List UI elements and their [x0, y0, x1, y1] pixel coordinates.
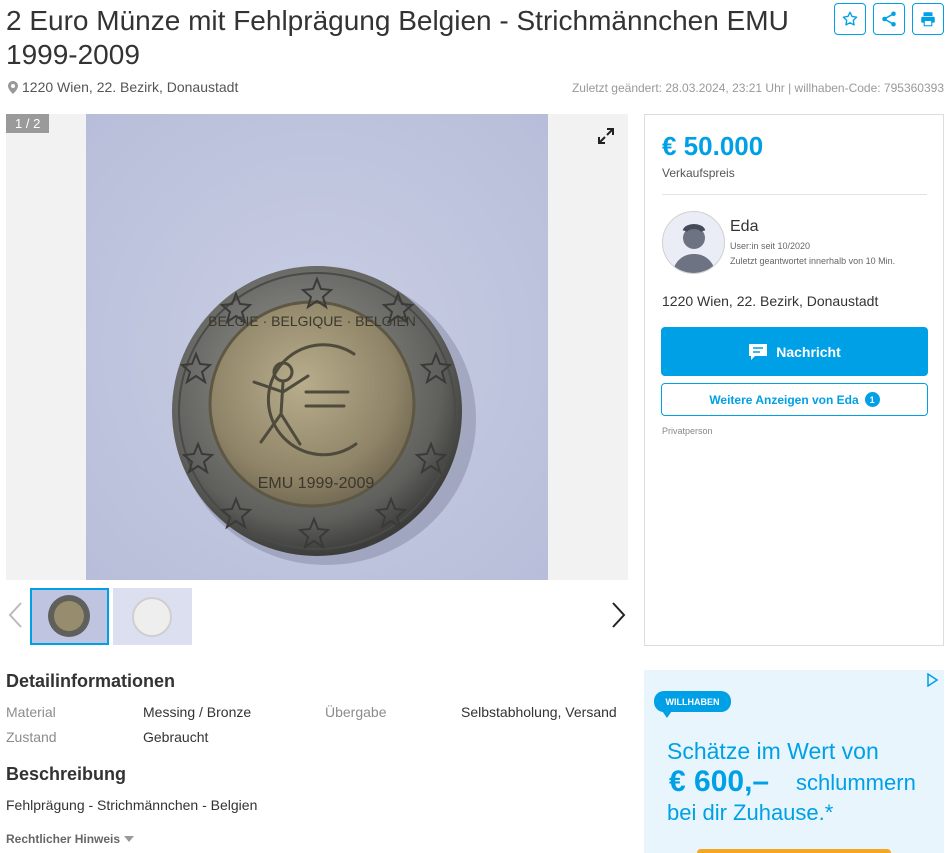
- fullscreen-icon[interactable]: [596, 126, 616, 146]
- description-heading: Beschreibung: [6, 764, 127, 784]
- detail-value: Gebraucht: [143, 729, 209, 745]
- print-button[interactable]: [912, 3, 944, 35]
- seller-name[interactable]: Eda: [730, 218, 758, 236]
- seller-sidebar: € 50.000 Verkaufspreis Eda User:in seit …: [644, 114, 944, 646]
- legal-notice-toggle[interactable]: Rechtlicher Hinweis: [6, 832, 135, 846]
- more-ads-label: Weitere Anzeigen von Eda: [709, 392, 859, 407]
- legal-notice-label: Rechtlicher Hinweis: [6, 832, 121, 846]
- share-icon: [882, 11, 896, 27]
- price-label: Verkaufspreis: [662, 166, 735, 180]
- description-text: Fehlprägung - Strichmännchen - Belgien: [6, 797, 258, 813]
- detail-label: Übergabe: [325, 704, 387, 720]
- ad-headline-3: bei dir Zuhause.*: [667, 800, 834, 825]
- seller-response-time: Zuletzt geantwortet innerhalb von 10 Min…: [730, 256, 896, 266]
- printer-icon: [921, 12, 935, 27]
- last-changed-info: Zuletzt geändert: 28.03.2024, 23:21 Uhr …: [571, 81, 944, 95]
- price: € 50.000: [662, 131, 764, 161]
- map-pin-icon: [8, 80, 18, 94]
- listing-location: 1220 Wien, 22. Bezirk, Donaustadt: [8, 79, 238, 95]
- location-text: 1220 Wien, 22. Bezirk, Donaustadt: [22, 79, 239, 95]
- ad-logo-tail: [660, 708, 674, 718]
- favorite-button[interactable]: [834, 3, 866, 35]
- svg-text:EMU 1999-2009: EMU 1999-2009: [258, 475, 375, 492]
- detail-label: Material: [6, 704, 56, 720]
- seller-since: User:in seit 10/2020: [730, 241, 811, 251]
- share-button[interactable]: [873, 3, 905, 35]
- more-ads-count-badge: 1: [864, 392, 880, 407]
- detail-value: Selbstabholung, Versand: [461, 704, 617, 720]
- more-ads-button[interactable]: Weitere Anzeigen von Eda 1: [661, 383, 928, 416]
- user-icon: [672, 224, 716, 273]
- detail-value: Messing / Bronze: [143, 704, 252, 720]
- svg-text:BELGIE · BELGIQUE · BELGIEN: BELGIE · BELGIQUE · BELGIEN: [208, 313, 416, 329]
- message-button-label: Nachricht: [776, 343, 841, 360]
- ad-choices-icon[interactable]: [925, 673, 939, 687]
- listing-actions: [834, 3, 944, 35]
- image-counter: 1 / 2: [6, 114, 50, 133]
- coin-image: BELGIE · BELGIQUE · BELGIEN EMU 1999-200…: [86, 114, 548, 580]
- avatar[interactable]: [662, 211, 725, 274]
- divider: [662, 194, 927, 195]
- listing-title: 2 Euro Münze mit Fehlprägung Belgien - S…: [6, 5, 789, 70]
- ad-headline-2: schlummern: [796, 770, 916, 795]
- chevron-right-icon[interactable]: [608, 600, 628, 630]
- caret-down-icon: [124, 836, 135, 842]
- image-gallery[interactable]: BELGIE · BELGIQUE · BELGIEN EMU 1999-200…: [6, 114, 628, 580]
- chevron-left-icon[interactable]: [6, 600, 26, 630]
- seller-location: 1220 Wien, 22. Bezirk, Donaustadt: [662, 293, 879, 309]
- ad-cta-button[interactable]: [697, 849, 891, 853]
- message-button[interactable]: Nachricht: [661, 327, 928, 376]
- star-icon: [842, 11, 858, 26]
- seller-type: Privatperson: [662, 426, 713, 436]
- thumbnail-2[interactable]: [113, 588, 192, 645]
- details-heading: Detailinformationen: [6, 671, 176, 691]
- chat-icon: [749, 343, 768, 360]
- thumbnail-strip: [6, 588, 628, 646]
- detail-label: Zustand: [6, 729, 57, 745]
- thumbnail-1[interactable]: [30, 588, 109, 645]
- ad-headline: Schätze im Wert von: [667, 738, 879, 764]
- main-photo[interactable]: BELGIE · BELGIQUE · BELGIEN EMU 1999-200…: [86, 114, 548, 580]
- advertisement[interactable]: WILLHABEN Schätze im Wert von € 600,– sc…: [644, 670, 944, 853]
- ad-price: € 600,–: [669, 765, 770, 798]
